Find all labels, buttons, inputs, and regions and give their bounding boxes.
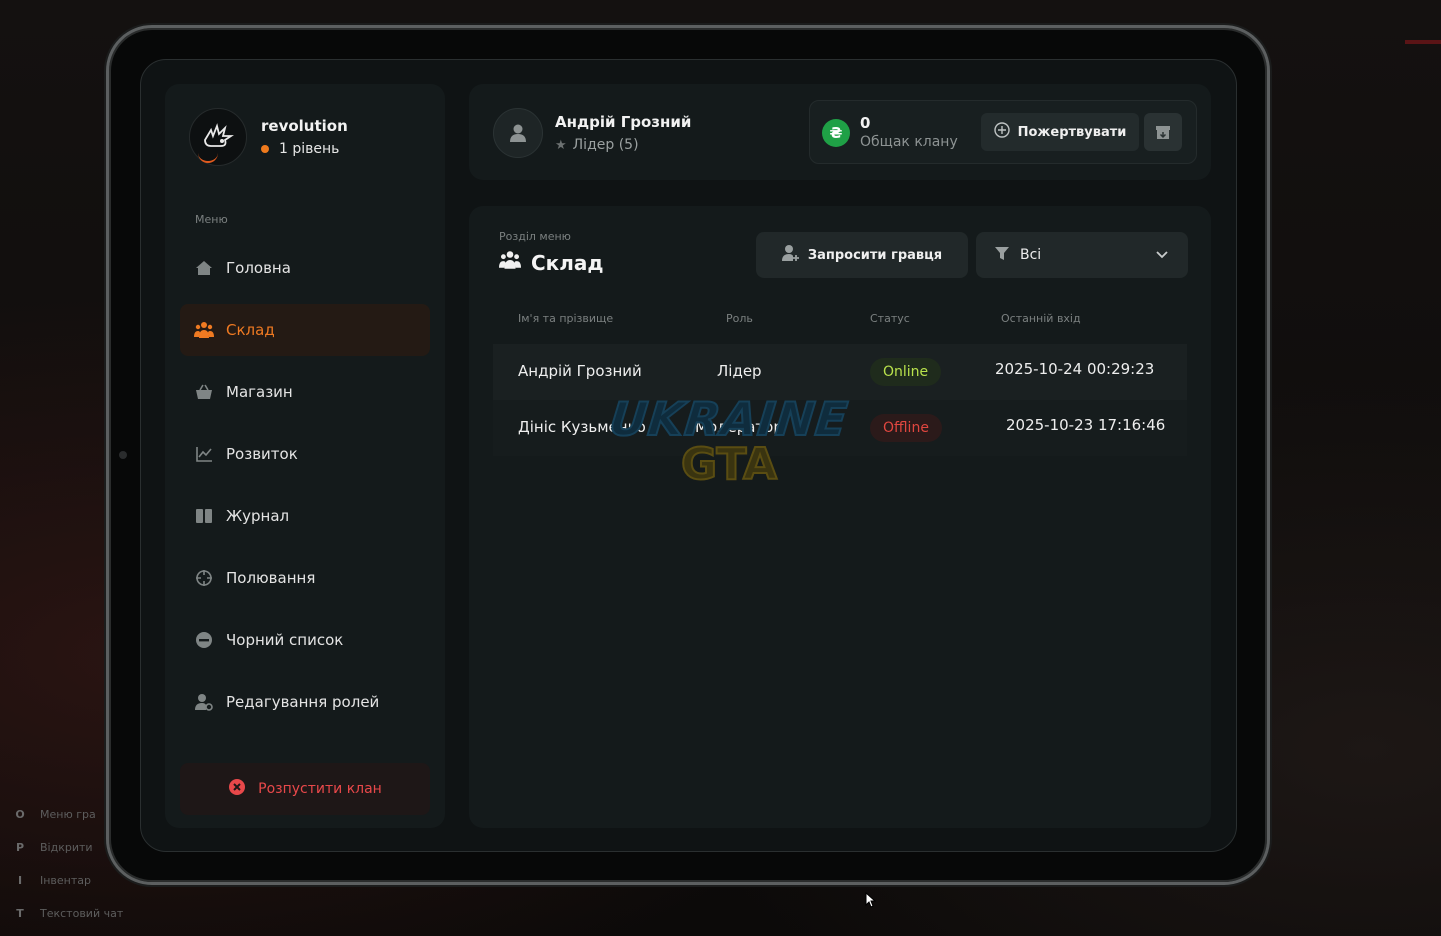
clan-logo <box>189 108 247 166</box>
add-user-icon <box>781 244 800 266</box>
block-icon <box>194 630 214 650</box>
column-header: Роль <box>726 312 753 325</box>
hint-key: I <box>17 874 23 887</box>
clan-header: revolution 1 рівень <box>189 108 348 166</box>
basket-icon <box>194 382 214 402</box>
donate-button[interactable]: Пожертвувати <box>981 113 1139 151</box>
sidebar-item-label: Чорний список <box>226 631 344 649</box>
clan-bank: ₴ 0 Общак клану Пожертвувати <box>809 100 1197 164</box>
column-header: Ім'я та прізвище <box>518 312 614 325</box>
invite-player-button[interactable]: Запросити гравця <box>756 232 968 278</box>
sidebar-menu: Головна Склад Магазин Розвиток Журнал По… <box>180 242 430 738</box>
level-dot-icon <box>261 145 269 153</box>
hint-label: Інвентар <box>40 874 92 887</box>
status-badge: Online <box>870 358 942 386</box>
table-row[interactable]: Андрій Грозний Лідер Online 2025-10-24 0… <box>493 344 1187 400</box>
menu-caption: Меню <box>195 213 228 226</box>
hint-label: Меню гра <box>40 808 96 821</box>
users-icon <box>499 250 521 275</box>
archive-icon <box>1156 126 1170 139</box>
sidebar-item-label: Магазин <box>226 383 293 401</box>
star-icon: ★ <box>555 137 567 153</box>
sidebar-item-label: Склад <box>226 321 275 339</box>
archive-button[interactable] <box>1144 113 1182 151</box>
player-name: Андрій Грозний <box>555 113 692 131</box>
table-header: Ім'я та прізвище Роль Статус Останній вх… <box>493 310 1187 330</box>
disband-clan-button[interactable]: Розпустити клан <box>180 763 430 815</box>
member-name: Андрій Грозний <box>518 362 642 380</box>
sidebar-item-hunting[interactable]: Полювання <box>180 552 430 604</box>
keybind-hint: I Інвентар <box>12 864 123 897</box>
sidebar-item-storage[interactable]: Склад <box>180 304 430 356</box>
member-last-login: 2025-10-23 17:16:46 <box>1006 416 1166 434</box>
chart-icon <box>194 444 214 464</box>
close-circle-icon <box>228 778 246 800</box>
sidebar-item-label: Розвиток <box>226 445 298 463</box>
member-role: Модератор <box>695 418 783 436</box>
player-role: ★ Лідер (5) <box>555 137 691 153</box>
column-header: Статус <box>870 312 910 325</box>
crosshair-icon <box>194 568 214 588</box>
hryvnia-coin-icon: ₴ <box>822 119 850 147</box>
chevron-down-icon <box>1154 246 1170 266</box>
clan-name: revolution <box>261 117 348 135</box>
sidebar-item-blacklist[interactable]: Чорний список <box>180 614 430 666</box>
section-caption: Розділ меню <box>499 230 571 243</box>
invite-player-label: Запросити гравця <box>807 247 943 263</box>
sidebar-item-shop[interactable]: Магазин <box>180 366 430 418</box>
home-icon <box>194 258 214 278</box>
tablet-screen: revolution 1 рівень Меню Головна Склад М… <box>140 59 1237 852</box>
book-icon <box>194 506 214 526</box>
background-detail <box>1405 40 1441 44</box>
column-header: Останній вхід <box>1001 312 1081 325</box>
sidebar-item-label: Журнал <box>226 507 290 525</box>
clan-level: 1 рівень <box>261 141 348 157</box>
hint-key: T <box>16 907 24 920</box>
disband-clan-label: Розпустити клан <box>258 781 382 797</box>
player-card: Андрій Грозний ★ Лідер (5) ₴ 0 Общак кла… <box>469 84 1211 180</box>
status-badge: Offline <box>870 414 942 442</box>
member-role: Лідер <box>717 362 762 380</box>
keybind-hint: T Текстовий чат <box>12 897 123 930</box>
sidebar-item-development[interactable]: Розвиток <box>180 428 430 480</box>
filter-icon <box>994 245 1010 265</box>
page-title: Склад <box>499 250 604 275</box>
tablet-camera <box>119 451 127 459</box>
mouse-cursor-icon <box>865 892 877 908</box>
sidebar-item-label: Редагування ролей <box>226 693 380 711</box>
members-panel: Розділ меню Склад Запросити гравця Всі І… <box>469 206 1211 828</box>
hint-label: Текстовий чат <box>40 907 124 920</box>
hint-key: P <box>15 841 25 854</box>
sidebar-item-label: Головна <box>226 259 291 277</box>
page-title-text: Склад <box>531 250 604 275</box>
filter-value: Всі <box>1020 247 1042 263</box>
sidebar-item-journal[interactable]: Журнал <box>180 490 430 542</box>
sidebar: revolution 1 рівень Меню Головна Склад М… <box>165 84 445 828</box>
table-row[interactable]: Дініс Кузьменко Модератор Offline 2025-1… <box>493 400 1187 456</box>
hint-key: O <box>15 808 25 821</box>
donate-label: Пожертвувати <box>1017 124 1127 140</box>
player-role-text: Лідер (5) <box>572 137 639 153</box>
user-gear-icon <box>194 692 214 712</box>
bank-caption: Общак клану <box>860 134 958 150</box>
bank-value: 0 <box>860 114 871 132</box>
avatar <box>493 108 543 158</box>
player-info: Андрій Грозний ★ Лідер (5) <box>493 108 691 158</box>
hint-label: Відкрити <box>40 841 93 854</box>
sidebar-item-roles[interactable]: Редагування ролей <box>180 676 430 728</box>
sidebar-item-label: Полювання <box>226 569 316 587</box>
clan-level-text: 1 рівень <box>279 141 340 157</box>
clan-emblem-icon <box>204 123 234 147</box>
member-name: Дініс Кузьменко <box>518 418 646 436</box>
user-icon <box>510 124 526 142</box>
status-filter-select[interactable]: Всі <box>976 232 1188 278</box>
member-last-login: 2025-10-24 00:29:23 <box>995 360 1155 378</box>
plus-circle-icon <box>993 122 1010 142</box>
users-icon <box>194 320 214 340</box>
sidebar-item-home[interactable]: Головна <box>180 242 430 294</box>
